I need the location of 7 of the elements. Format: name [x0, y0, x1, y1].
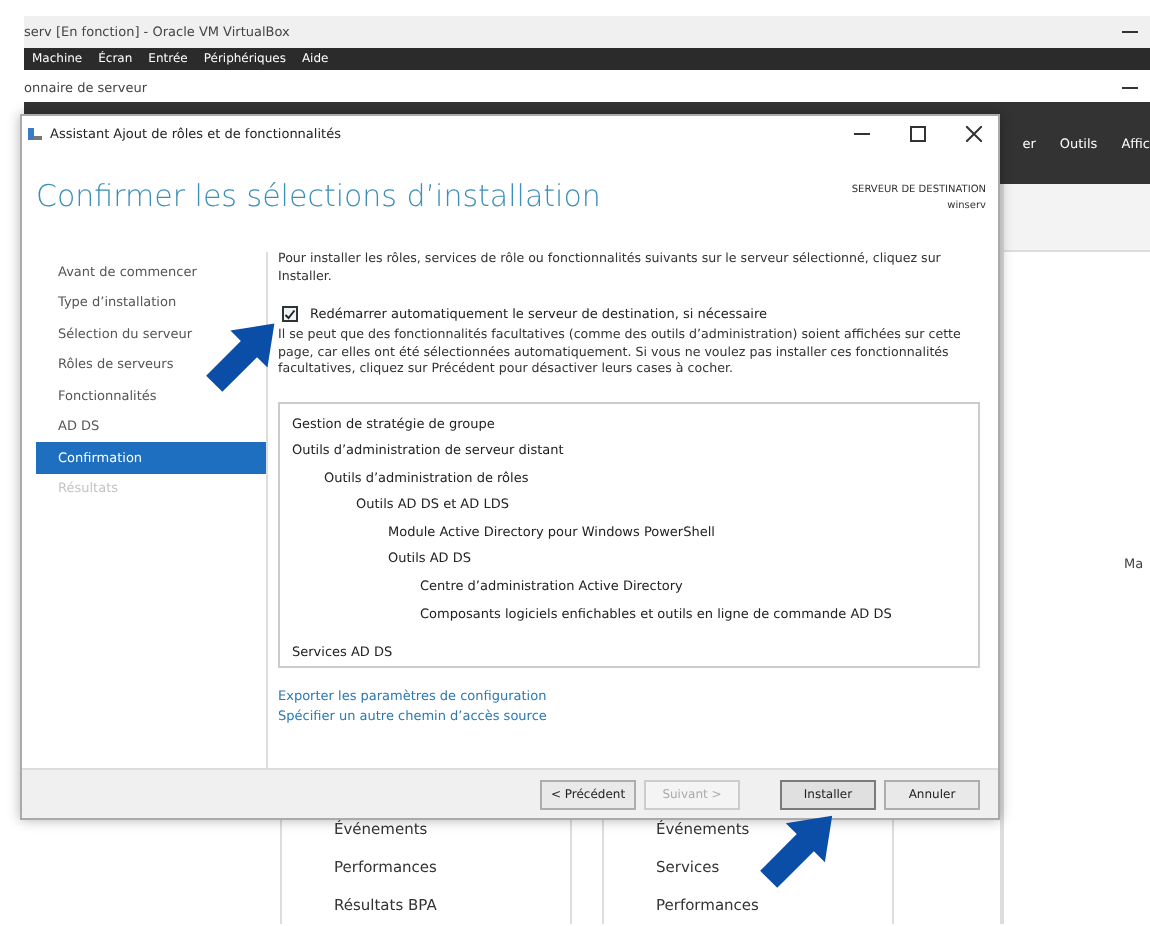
server-icon: [26, 126, 42, 142]
close-icon[interactable]: [966, 126, 982, 142]
arrow-icon: [206, 320, 278, 392]
restart-checkbox[interactable]: [282, 306, 298, 322]
page-heading: Confirmer les sélections d’installation: [36, 178, 601, 218]
arrow-icon: [760, 812, 836, 888]
maximize-icon[interactable]: [910, 126, 926, 142]
